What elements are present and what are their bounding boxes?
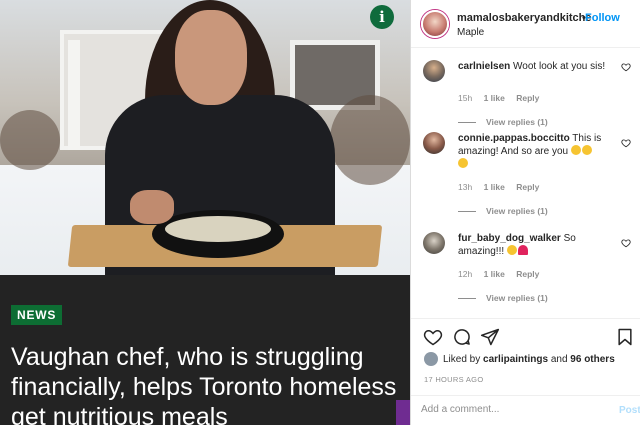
reply-button[interactable]: Reply [516, 269, 539, 279]
view-replies-button[interactable]: View replies (1) [458, 293, 548, 303]
avatar-icon[interactable] [423, 60, 445, 82]
smiling-face-icon [458, 158, 468, 168]
comment-time: 13h [458, 182, 473, 192]
likes-summary: Liked by carlipaintings and 96 others [443, 354, 615, 365]
comments-list: carlnielsen Woot look at you sis! 15h 1 … [411, 48, 640, 318]
view-replies-button[interactable]: View replies (1) [458, 206, 548, 216]
comment-input[interactable] [421, 404, 601, 415]
comment-likes[interactable]: 1 like [484, 182, 505, 192]
add-comment-bar: Post [411, 395, 640, 425]
side-tab [396, 400, 410, 425]
profile-avatar[interactable] [421, 10, 449, 38]
article-media: i NEWS Vaughan chef, who is struggling f… [0, 0, 410, 425]
post-comment-button[interactable]: Post [619, 405, 640, 416]
comment-time: 12h [458, 269, 473, 279]
post-timestamp[interactable]: 17 HOURS AGO [424, 375, 483, 384]
comment-username[interactable]: carlnielsen [458, 61, 510, 72]
smiling-face-icon [506, 245, 517, 255]
comment-likes[interactable]: 1 like [484, 269, 505, 279]
comment-username[interactable]: connie.pappas.boccitto [458, 133, 570, 144]
reply-button[interactable]: Reply [516, 182, 539, 192]
heart-icon[interactable] [621, 238, 631, 251]
heart-icon[interactable] [621, 62, 631, 75]
comment-likes[interactable]: 1 like [484, 93, 505, 103]
avatar-icon[interactable] [423, 132, 445, 154]
heart-icon[interactable] [423, 327, 443, 347]
post-actions: Liked by carlipaintings and 96 others 17… [411, 318, 640, 398]
comment-username[interactable]: fur_baby_dog_walker [458, 233, 561, 244]
post-panel: mamalosbakeryandkitche • Follow Maple ca… [410, 0, 640, 425]
post-location[interactable]: Maple [457, 27, 484, 38]
info-icon[interactable]: i [370, 5, 394, 29]
red-heart-icon [517, 245, 528, 255]
likes-others-link[interactable]: 96 others [570, 354, 614, 365]
liker-avatar[interactable] [424, 352, 438, 366]
follow-button[interactable]: Follow [585, 12, 620, 24]
news-category-badge: NEWS [11, 305, 63, 325]
reply-button[interactable]: Reply [516, 93, 539, 103]
post-username[interactable]: mamalosbakeryandkitche [457, 12, 592, 24]
article-headline: Vaughan chef, who is struggling financia… [11, 343, 397, 425]
liker-username[interactable]: carlipaintings [483, 354, 548, 365]
heart-icon[interactable] [621, 138, 631, 151]
comment-time: 15h [458, 93, 473, 103]
smiling-face-icon [570, 145, 581, 155]
smiling-face-icon [581, 145, 592, 155]
comment-text: Woot look at you sis! [513, 61, 606, 72]
bookmark-icon[interactable] [615, 327, 635, 347]
chef-photo [0, 0, 410, 275]
share-icon[interactable] [480, 327, 500, 347]
comment-icon[interactable] [452, 327, 472, 347]
view-replies-button[interactable]: View replies (1) [458, 117, 548, 127]
avatar-icon[interactable] [423, 232, 445, 254]
post-header: mamalosbakeryandkitche • Follow Maple [411, 0, 640, 48]
